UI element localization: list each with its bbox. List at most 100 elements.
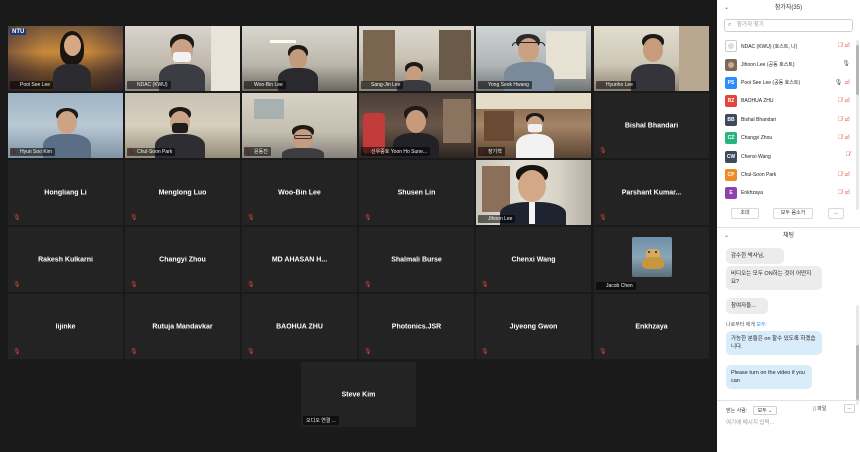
mic-muted-icon: 🎙	[481, 282, 489, 288]
participant-list-name: Changyi Zhou	[741, 135, 773, 142]
mute-all-button[interactable]: 모두 음소거	[773, 208, 813, 219]
mic-muted-icon: 🎙	[364, 215, 372, 221]
camera-off-icon[interactable]: ▭̸	[844, 43, 850, 49]
name-only-tile[interactable]: BAOHUA ZHU 🎙	[242, 294, 357, 359]
mic-muted-icon[interactable]: 🎙̸	[838, 172, 843, 178]
chat-compose: 받는 사람: 모두 ⌄ ▯ 파일 ... 여기에 메시지 입력...	[717, 400, 860, 452]
participant-row[interactable]: NDAC (KWU) (호스트, 나) 🎙̸ ▭̸	[717, 37, 860, 55]
recipient-row: 받는 사람: 모두 ⌄	[726, 406, 778, 415]
side-panel: ⌄ 참가자(35) ⌕ 참가자 찾기 NDAC (KWU) (호스트, 나) 🎙…	[717, 0, 860, 452]
name-only-tile[interactable]: Rutuja Mandavkar 🎙	[125, 294, 240, 359]
participant-list: NDAC (KWU) (호스트, 나) 🎙̸ ▭̸ Jihoon Lee (공동 …	[717, 37, 860, 203]
name-only-tile[interactable]: lijinke 🎙	[8, 294, 123, 359]
chat-message: 감수한 박사님,	[726, 248, 784, 264]
audio-connecting-label: 오디오 연결 ...	[303, 416, 339, 425]
video-tile[interactable]: 🎙 Chul-Soon Park	[125, 93, 240, 158]
name-only-tile[interactable]: Parshant Kumar... 🎙	[594, 160, 709, 225]
camera-off-icon[interactable]: ▭̸	[844, 190, 850, 196]
name-only-tile[interactable]: Woo-Bin Lee 🎙	[242, 160, 357, 225]
participant-row[interactable]: BB Bishal Bhandari 🎙̸ ▭̸	[717, 111, 860, 129]
invite-button[interactable]: 초대	[731, 208, 759, 219]
video-tile[interactable]: Hyunho Lee	[594, 26, 709, 91]
chat-more-button[interactable]: ...	[844, 404, 855, 413]
name-only-tile[interactable]: Jiyeong Gwon 🎙	[476, 294, 591, 359]
camera-off-icon[interactable]: ▭̸	[844, 172, 850, 178]
collapse-chevron-icon[interactable]: ⌄	[724, 230, 729, 242]
participant-row[interactable]: PS Pooi See Lee (공동 호스트) 🎙 ▭̸	[717, 74, 860, 92]
panel-divider	[717, 227, 860, 228]
mic-on-icon[interactable]: 🎙	[835, 80, 843, 86]
name-only-tile[interactable]: Changyi Zhou 🎙	[125, 227, 240, 292]
participant-list-scrollbar[interactable]	[856, 40, 859, 210]
video-tile[interactable]: 🎙 신우중호 Yoon Ho Sune...	[359, 93, 474, 158]
participant-avatar: PS	[725, 76, 737, 89]
participants-header: ⌄ 참가자(35)	[717, 0, 860, 17]
video-tile[interactable]: NDAC (KWU)	[125, 26, 240, 91]
participant-list-name: Enkhzaya	[741, 190, 763, 197]
mic-muted-icon[interactable]: 🎙̸	[838, 43, 843, 49]
participant-avatar: CP	[725, 168, 737, 181]
participant-row[interactable]: CZ Changyi Zhou 🎙̸ ▭̸	[717, 129, 860, 147]
mic-muted-icon: 🎙	[599, 148, 607, 154]
mic-muted-icon[interactable]: 🎙̸	[838, 98, 843, 104]
video-tile[interactable]: NTU Pooi See Lee	[8, 26, 123, 91]
mic-muted-icon[interactable]: 🎙̸	[838, 190, 843, 196]
participant-search-input[interactable]: ⌕ 참가자 찾기	[724, 19, 853, 32]
name-only-tile[interactable]: Bishal Bhandari 🎙	[594, 93, 709, 158]
file-button[interactable]: ▯ 파일	[813, 405, 826, 412]
video-tile[interactable]: 🎙 Hyun Soo Kim	[8, 93, 123, 158]
mic-on-icon[interactable]: 🎙	[842, 61, 850, 67]
video-tile[interactable]: Woo-Bin Lee	[242, 26, 357, 91]
mic-muted-icon[interactable]: 🎙̸	[838, 117, 843, 123]
chat-header: ⌄ 채팅	[717, 230, 860, 242]
participant-row[interactable]: BZ BAOHUA ZHU 🎙̸ ▭̸	[717, 92, 860, 110]
participant-actions: 초대 모두 음소거 ...	[717, 207, 860, 221]
video-tile[interactable]: 🎙 장기혁	[476, 93, 591, 158]
participant-name-label: NDAC (KWU)	[127, 81, 171, 89]
video-tile[interactable]: 🎙 윤동진	[242, 93, 357, 158]
camera-off-icon[interactable]: ▭̸	[844, 117, 850, 123]
input-placeholder: 여기에 메시지 입력...	[726, 420, 775, 426]
name-only-tile[interactable]: Hongliang Li 🎙	[8, 160, 123, 225]
mic-muted-icon: 🎙	[481, 349, 489, 355]
chat-message-input[interactable]: 여기에 메시지 입력...	[726, 418, 851, 426]
name-only-tile[interactable]: Menglong Luo 🎙	[125, 160, 240, 225]
collapse-chevron-icon[interactable]: ⌄	[724, 0, 729, 17]
participant-row[interactable]: E Enkhzaya 🎙̸ ▭̸	[717, 184, 860, 202]
mic-muted-icon[interactable]: 🎙̸	[838, 135, 843, 141]
participant-row[interactable]: CW Chenxi Wang 🎙̸	[717, 147, 860, 165]
name-only-tile[interactable]: Chenxi Wang 🎙	[476, 227, 591, 292]
participant-name: Menglong Luo	[158, 189, 207, 196]
name-only-tile[interactable]: Shalmali Burse 🎙	[359, 227, 474, 292]
participant-avatar: CZ	[725, 132, 737, 145]
video-tile[interactable]: Sang-Jin Lee	[359, 26, 474, 91]
profile-picture-tile[interactable]: Jacob Chen	[594, 227, 709, 292]
participant-row[interactable]: CP Chul-Soon Park 🎙̸ ▭̸	[717, 166, 860, 184]
name-only-tile[interactable]: Enkhzaya 🎙	[594, 294, 709, 359]
video-gallery: NTU Pooi See Lee NDAC (KWU) Woo-Bin Lee …	[0, 0, 717, 452]
name-only-tile[interactable]: Photonics.JSR 🎙	[359, 294, 474, 359]
mic-muted-icon[interactable]: 🎙̸	[846, 152, 851, 158]
name-only-tile[interactable]: MD AHASAN H... 🎙	[242, 227, 357, 292]
chat-scrollbar[interactable]	[856, 305, 859, 405]
active-speaker-tile[interactable]: Jihoon Lee	[476, 160, 591, 225]
more-options-button[interactable]: ...	[828, 208, 844, 219]
recipient-dropdown[interactable]: 모두 ⌄	[752, 406, 778, 415]
mic-muted-icon: 🎙	[247, 349, 255, 355]
participant-name: Woo-Bin Lee	[278, 189, 321, 196]
participant-name-label: Hyunho Lee	[596, 81, 636, 89]
camera-off-icon[interactable]: ▭̸	[844, 98, 850, 104]
participant-list-name: BAOHUA ZHU	[741, 98, 774, 105]
video-tile[interactable]: Yong Seok Hwang	[476, 26, 591, 91]
participant-name: MD AHASAN H...	[271, 256, 328, 263]
participant-name: Shusen Lin	[397, 189, 436, 196]
mic-muted-icon: 🎙	[364, 349, 372, 355]
participant-list-name: Jihoon Lee (공동 호스트)	[741, 62, 795, 69]
participant-name: Enkhzaya	[635, 323, 668, 330]
camera-off-icon[interactable]: ▭̸	[844, 135, 850, 141]
camera-off-icon[interactable]: ▭̸	[844, 80, 850, 86]
name-only-tile[interactable]: Rakesh Kulkarni 🎙	[8, 227, 123, 292]
participant-row[interactable]: Jihoon Lee (공동 호스트) 🎙	[717, 55, 860, 73]
name-only-tile[interactable]: Steve Kim 오디오 연결 ...	[301, 362, 416, 427]
name-only-tile[interactable]: Shusen Lin 🎙	[359, 160, 474, 225]
